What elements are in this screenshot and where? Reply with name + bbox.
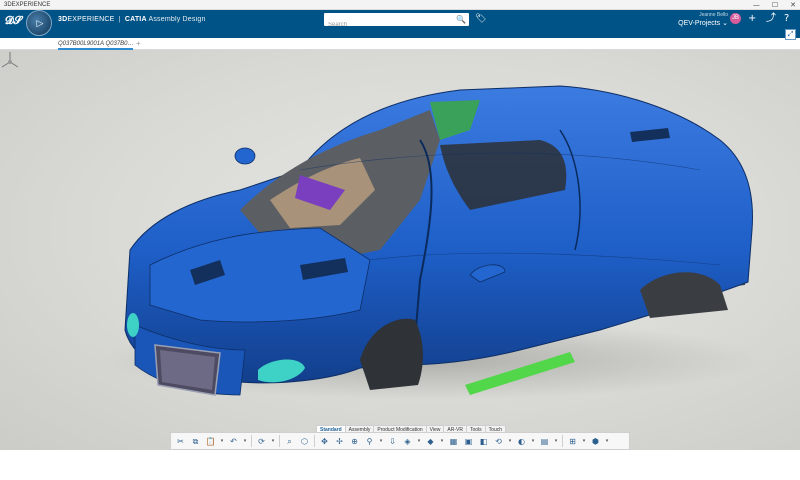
app-title: 3DEXPERIENCE | CATIA Assembly Design (58, 16, 206, 23)
cut-icon[interactable]: ✂ (175, 436, 186, 447)
action-bar: ✂ ⧉ 📋 ▾ ↶ ▾ ⟳ ▾ ⌕ ⬡ ✥ ✢ ⊕ ⚲ ▾ ⇩ ◈ ▾ ◆ ▾ … (170, 432, 630, 450)
chevron-down-icon[interactable]: ▾ (554, 436, 558, 447)
share-icon[interactable]: ⤴ (766, 13, 776, 25)
chevron-down-icon[interactable]: ▾ (605, 436, 609, 447)
sync-icon[interactable]: ⟲ (493, 436, 504, 447)
avatar[interactable]: JB (730, 13, 741, 24)
ambient-icon[interactable]: ▦ (448, 436, 459, 447)
window-titlebar: 3DEXPERIENCE — ☐ ✕ (0, 0, 800, 10)
update-icon[interactable]: ⟳ (256, 436, 267, 447)
close-button[interactable]: ✕ (790, 0, 796, 10)
toolbar-separator (251, 435, 252, 447)
compass-icon[interactable]: ▷ (26, 10, 52, 36)
chevron-down-icon[interactable]: ▾ (379, 436, 383, 447)
fit-all-icon[interactable]: ⬡ (299, 436, 310, 447)
section-icon[interactable]: ◐ (516, 436, 527, 447)
chevron-down-icon[interactable]: ▾ (508, 436, 512, 447)
search-icon[interactable]: 🔍 (456, 15, 466, 24)
search-input[interactable] (324, 18, 452, 32)
user-block[interactable]: Jeanne Bello QEV-Projects ⌄ (672, 12, 728, 29)
project-selector[interactable]: QEV-Projects ⌄ (672, 19, 728, 29)
tab-bar: Q037B00L9001A Q037B0… + (0, 38, 800, 50)
chevron-down-icon[interactable]: ▾ (417, 436, 421, 447)
chevron-down-icon[interactable]: ▾ (531, 436, 535, 447)
shading-icon[interactable]: ◆ (425, 436, 436, 447)
undo-icon[interactable]: ↶ (228, 436, 239, 447)
move-icon[interactable]: ⊕ (349, 436, 360, 447)
toolbar-separator (562, 435, 563, 447)
3d-viewport[interactable] (0, 50, 800, 450)
chevron-down-icon[interactable]: ▾ (271, 436, 275, 447)
help-icon[interactable]: ? (784, 13, 789, 25)
tree-icon[interactable]: ⊞ (567, 436, 578, 447)
window-title: 3DEXPERIENCE (4, 2, 51, 8)
bottom-area (0, 450, 800, 480)
pan-icon[interactable]: ✥ (319, 436, 330, 447)
box-icon[interactable]: ⬢ (590, 436, 601, 447)
capture-icon[interactable]: ▣ (463, 436, 474, 447)
view-compass-icon[interactable] (0, 50, 20, 72)
render-icon[interactable]: ◧ (478, 436, 489, 447)
normal-view-icon[interactable]: ⇩ (387, 436, 398, 447)
user-name: Jeanne Bello (699, 12, 728, 18)
zoom-icon[interactable]: ⚲ (364, 436, 375, 447)
copy-icon[interactable]: ⧉ (190, 436, 201, 447)
chevron-down-icon: ⌄ (722, 20, 728, 27)
rotate-icon[interactable]: ✢ (334, 436, 345, 447)
grid-icon[interactable]: ▤ (539, 436, 550, 447)
chevron-down-icon[interactable]: ▾ (243, 436, 247, 447)
tag-icon[interactable]: 🏷 (475, 14, 486, 24)
paste-icon[interactable]: 📋 (205, 436, 216, 447)
zoom-area-icon[interactable]: ⌕ (284, 436, 295, 447)
tab-document[interactable]: Q037B00L9001A Q037B0… (58, 38, 133, 50)
fullscreen-icon[interactable]: ⤢ (785, 29, 796, 40)
search-box[interactable]: 🔍 (324, 13, 469, 32)
maximize-button[interactable]: ☐ (772, 0, 778, 10)
add-icon[interactable]: + (748, 13, 756, 25)
chevron-down-icon[interactable]: ▾ (582, 436, 586, 447)
window-controls: — ☐ ✕ (753, 0, 796, 10)
toolbar-separator (279, 435, 280, 447)
minimize-button[interactable]: — (753, 0, 760, 10)
view-mode-icon[interactable]: ◈ (402, 436, 413, 447)
toolbar-separator (314, 435, 315, 447)
add-tab-button[interactable]: + (136, 38, 141, 49)
dassault-logo-icon: 𝓓𝓢 (5, 14, 22, 27)
chevron-down-icon[interactable]: ▾ (220, 436, 224, 447)
chevron-down-icon[interactable]: ▾ (440, 436, 444, 447)
car-model[interactable] (0, 50, 800, 450)
